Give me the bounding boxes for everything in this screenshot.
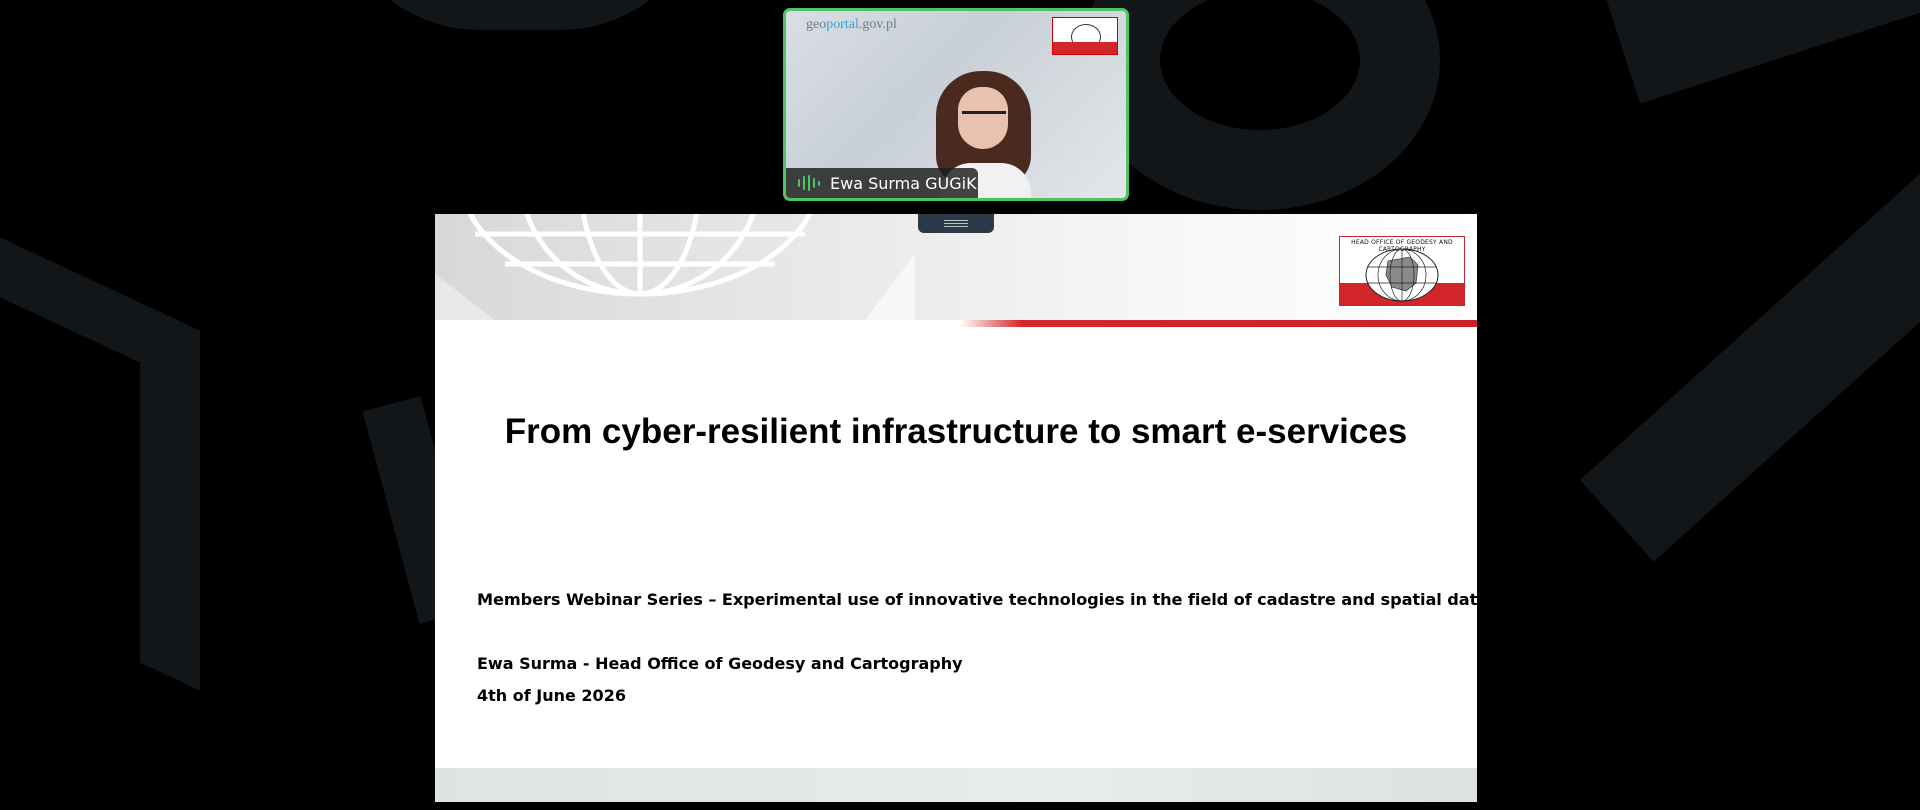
red-divider — [960, 320, 1477, 327]
shared-screen-handle[interactable] — [918, 214, 994, 233]
background-decoration — [0, 209, 200, 691]
background-decoration — [1580, 132, 1920, 562]
background-decoration — [1080, 0, 1440, 210]
background-decoration — [330, 0, 710, 30]
participant-name-tag: Ewa Surma GUGiK — [786, 168, 978, 198]
slide-title: From cyber-resilient infrastructure to s… — [504, 412, 1408, 451]
slide-author-line: Ewa Surma - Head Office of Geodesy and C… — [477, 654, 963, 673]
video-background-logo — [1052, 17, 1118, 55]
background-decoration — [1600, 0, 1920, 104]
participant-name: Ewa Surma GUGiK — [830, 173, 977, 193]
video-background-site-text: geoportal.gov.pl — [806, 17, 897, 32]
gugik-logo: HEAD OFFICE OF GEODESY AND CARTOGRAPHY — [1339, 236, 1465, 306]
speaker-video-tile[interactable]: geoportal.gov.pl Ewa Surma GUGiK — [783, 8, 1129, 201]
slide-series-line: Members Webinar Series – Experimental us… — [477, 590, 1477, 609]
audio-level-icon — [798, 175, 820, 191]
slide-footer — [435, 768, 1477, 802]
globe-graphic-icon — [435, 214, 915, 320]
shared-screen-slide: HEAD OFFICE OF GEODESY AND CARTOGRAPHY F… — [435, 214, 1477, 802]
logo-caption: HEAD OFFICE OF GEODESY AND CARTOGRAPHY — [1351, 239, 1453, 253]
slide-date-line: 4th of June 2026 — [477, 686, 626, 705]
